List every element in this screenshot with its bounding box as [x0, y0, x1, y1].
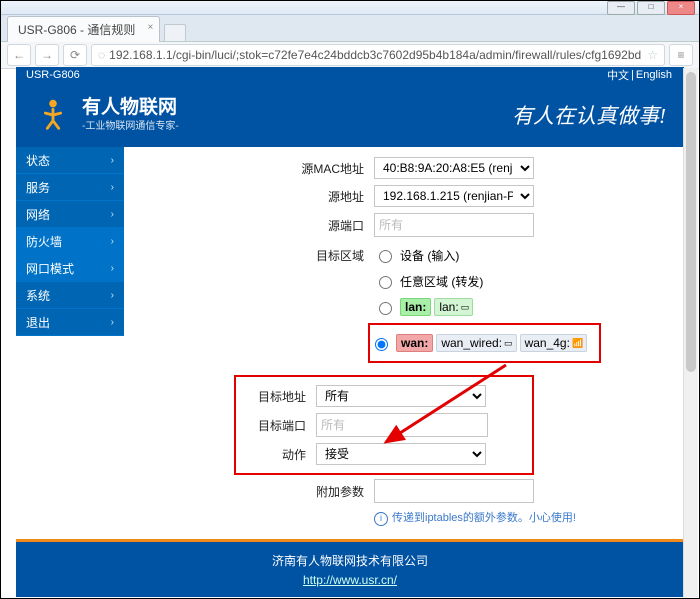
iface-lan: lan:▭ — [434, 298, 473, 316]
radio-zone-any[interactable] — [379, 276, 392, 289]
browser-tab-active[interactable]: USR-G806 - 通信规则 × — [7, 16, 160, 42]
browser-tab-title: USR-G806 - 通信规则 — [18, 21, 135, 38]
browser-tabbar: USR-G806 - 通信规则 × — [1, 15, 699, 42]
sidebar-item-portmode[interactable]: 网口模式› — [16, 255, 124, 282]
label-src-addr: 源地址 — [274, 188, 374, 205]
radio-zone-wan[interactable] — [375, 338, 388, 351]
window-titlebar: — □ × — [1, 1, 699, 15]
window-maximize-button[interactable]: □ — [637, 1, 665, 15]
product-name: USR-G806 — [26, 69, 80, 81]
brand-logo-icon — [34, 96, 72, 134]
footer-link[interactable]: http://www.usr.cn/ — [303, 573, 397, 587]
nav-forward-button[interactable]: → — [35, 44, 59, 66]
highlight-wan-zone: wan: wan_wired:▭ wan_4g:📶 — [368, 323, 601, 363]
sidebar-item-status[interactable]: 状态› — [16, 147, 124, 174]
brand-subtitle: -工业物联网通信专家- — [82, 117, 179, 132]
chevron-right-icon: › — [111, 236, 114, 247]
input-src-port[interactable] — [374, 213, 534, 237]
sidebar-item-logout[interactable]: 退出› — [16, 309, 124, 336]
nav-back-button[interactable]: ← — [7, 44, 31, 66]
url-input[interactable]: ◌ 192.168.1.1/cgi-bin/luci/;stok=c72fe7e… — [91, 44, 665, 66]
brand-slogan: 有人在认真做事! — [512, 100, 666, 130]
top-status-band: USR-G806 中文 | English — [16, 67, 684, 82]
zone-badge-wan: wan: — [396, 334, 433, 352]
info-icon: i — [374, 512, 388, 526]
label-action: 动作 — [246, 446, 316, 463]
brand-title: 有人物联网 — [82, 98, 179, 117]
label-src-port: 源端口 — [274, 217, 374, 234]
highlight-dst-block: 目标地址 所有 目标端口 动作 接受 — [234, 375, 534, 475]
footer-company: 济南有人物联网技术有限公司 — [272, 552, 428, 569]
label-dst-zone: 目标区域 — [274, 243, 374, 264]
chevron-right-icon: › — [111, 263, 114, 274]
chevron-right-icon: › — [111, 317, 114, 328]
select-dst-addr[interactable]: 所有 — [316, 385, 486, 407]
bookmark-star-icon[interactable]: ☆ — [647, 48, 658, 62]
browser-scrollbar[interactable] — [683, 68, 698, 597]
browser-menu-button[interactable]: ≡ — [669, 44, 693, 66]
zone-badge-lan: lan: — [400, 298, 431, 316]
label-extra: 附加参数 — [274, 483, 374, 500]
sidebar-item-system[interactable]: 系统› — [16, 282, 124, 309]
chevron-right-icon: › — [111, 182, 114, 193]
sidebar-item-network[interactable]: 网络› — [16, 201, 124, 228]
radio-zone-device[interactable] — [379, 250, 392, 263]
new-tab-button[interactable] — [164, 24, 186, 41]
globe-icon: ◌ — [98, 48, 105, 62]
radio-zone-lan[interactable] — [379, 302, 392, 315]
chevron-right-icon: › — [111, 209, 114, 220]
select-action[interactable]: 接受 — [316, 443, 486, 465]
sidebar-nav: 状态› 服务› 网络› 防火墙› 网口模式› 系统› 退出› — [16, 147, 124, 539]
select-src-addr[interactable]: 192.168.1.215 (renjian-PC — [374, 185, 534, 207]
iface-wan-4g: wan_4g:📶 — [520, 334, 588, 352]
page-header: 有人物联网 -工业物联网通信专家- 有人在认真做事! — [16, 82, 684, 147]
label-dst-port: 目标端口 — [246, 417, 316, 434]
extra-hint: i传递到iptables的额外参数。小心使用! — [374, 509, 674, 526]
iface-wan-wired: wan_wired:▭ — [436, 334, 516, 352]
chevron-right-icon: › — [111, 290, 114, 301]
lang-link-en[interactable]: English — [636, 69, 672, 81]
main-content: 源MAC地址 40:B8:9A:20:A8:E5 (renji… 源地址 192… — [124, 147, 684, 539]
window-minimize-button[interactable]: — — [607, 1, 635, 15]
label-dst-addr: 目标地址 — [246, 388, 316, 405]
nav-reload-button[interactable]: ⟳ — [63, 44, 87, 66]
label-src-mac: 源MAC地址 — [274, 160, 374, 177]
browser-address-bar: ← → ⟳ ◌ 192.168.1.1/cgi-bin/luci/;stok=c… — [1, 42, 699, 69]
sidebar-item-services[interactable]: 服务› — [16, 174, 124, 201]
window-close-button[interactable]: × — [667, 1, 695, 15]
sidebar-item-firewall[interactable]: 防火墙› — [16, 228, 124, 255]
lang-link-cn[interactable]: 中文 — [607, 67, 629, 83]
tab-close-icon[interactable]: × — [148, 22, 154, 33]
page-footer: 济南有人物联网技术有限公司 http://www.usr.cn/ — [16, 542, 684, 597]
input-dst-port[interactable] — [316, 413, 488, 437]
url-text: 192.168.1.1/cgi-bin/luci/;stok=c72fe7e4c… — [109, 48, 641, 62]
input-extra[interactable] — [374, 479, 534, 503]
select-src-mac[interactable]: 40:B8:9A:20:A8:E5 (renji… — [374, 157, 534, 179]
chevron-right-icon: › — [111, 155, 114, 166]
